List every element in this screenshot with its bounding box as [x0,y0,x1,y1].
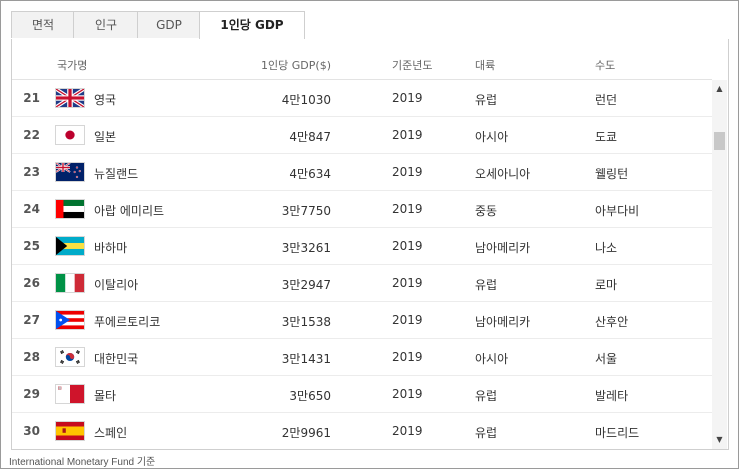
continent: 오세아니아 [475,167,531,181]
gdp-value: 3만3261 [281,241,331,255]
base-year: 2019 [392,239,423,253]
table-row: 28 대한민국 3만1431 2019 아시아 서울 [12,339,712,376]
country-name[interactable]: 몰타 [94,387,116,404]
uae-flag-icon [55,199,85,219]
table-row: 30 스페인 2만9961 2019 유럽 마드리드 [12,413,712,449]
rank: 26 [23,276,40,290]
continent: 남아메리카 [475,315,531,329]
base-year: 2019 [392,424,423,438]
base-year: 2019 [392,313,423,327]
base-year: 2019 [392,128,423,142]
table-body: 21 영국 4만1030 2019 유럽 런던 22 일본 4만847 2019… [12,80,712,449]
rank: 30 [23,424,40,438]
tab-bar: 면적 인구 GDP 1인당 GDP [11,11,727,40]
header-country: 국가명 [57,59,88,72]
table-panel: 국가명 1인당 GDP($) 기준년도 대륙 수도 21 영국 4만1030 2… [11,39,729,450]
capital: 서울 [595,352,618,366]
table-row: 29 몰타 3만650 2019 유럽 발레타 [12,376,712,413]
vertical-scrollbar[interactable]: ▲ ▼ [712,80,727,449]
capital: 도쿄 [595,130,618,144]
rank: 28 [23,350,40,364]
header-year: 기준년도 [392,59,433,72]
continent: 유럽 [475,389,498,403]
uk-flag-icon [55,88,85,108]
rank: 21 [23,91,40,105]
gdp-value: 3만650 [289,389,331,403]
table-row: 24 아랍 에미리트 3만7750 2019 중동 아부다비 [12,191,712,228]
continent: 아시아 [475,352,509,366]
puerto-rico-flag-icon [55,310,85,330]
italy-flag-icon [55,273,85,293]
base-year: 2019 [392,276,423,290]
country-name[interactable]: 아랍 에미리트 [94,202,164,219]
continent: 중동 [475,204,498,218]
country-name[interactable]: 일본 [94,128,116,145]
table-header: 국가명 1인당 GDP($) 기준년도 대륙 수도 [12,39,712,80]
country-name[interactable]: 뉴질랜드 [94,165,138,182]
rank: 23 [23,165,40,179]
gdp-value: 3만7750 [281,204,331,218]
rank: 22 [23,128,40,142]
bahamas-flag-icon [55,236,85,256]
table-row: 22 일본 4만847 2019 아시아 도쿄 [12,117,712,154]
gdp-value: 4만847 [289,130,331,144]
widget-frame: 면적 인구 GDP 1인당 GDP 국가명 1인당 GDP($) 기준년도 대륙… [0,0,739,469]
spain-flag-icon [55,421,85,441]
continent: 아시아 [475,130,509,144]
capital: 런던 [595,93,618,107]
capital: 나소 [595,241,618,255]
capital: 산후안 [595,315,629,329]
rank: 25 [23,239,40,253]
new-zealand-flag-icon [55,162,85,182]
scrollbar-thumb[interactable] [714,132,725,150]
continent: 남아메리카 [475,241,531,255]
scroll-down-arrow-icon[interactable]: ▼ [712,433,727,447]
country-name[interactable]: 영국 [94,91,116,108]
capital: 발레타 [595,389,629,403]
base-year: 2019 [392,350,423,364]
table-row: 26 이탈리아 3만2947 2019 유럽 로마 [12,265,712,302]
gdp-value: 3만1538 [281,315,331,329]
tab-area[interactable]: 면적 [11,11,75,38]
korea-flag-icon [55,347,85,367]
base-year: 2019 [392,202,423,216]
capital: 마드리드 [595,426,640,440]
continent: 유럽 [475,278,498,292]
country-name[interactable]: 이탈리아 [94,276,138,293]
table-row: 27 푸에르토리코 3만1538 2019 남아메리카 산후안 [12,302,712,339]
continent: 유럽 [475,93,498,107]
tab-population[interactable]: 인구 [73,11,139,38]
gdp-value: 4만634 [289,167,331,181]
rank: 24 [23,202,40,216]
table-row: 23 뉴질랜드 4만634 2019 오세아니아 웰링턴 [12,154,712,191]
capital: 웰링턴 [595,167,629,181]
tab-gdp-per-capita[interactable]: 1인당 GDP [199,11,305,40]
japan-flag-icon [55,125,85,145]
rank: 27 [23,313,40,327]
scroll-up-arrow-icon[interactable]: ▲ [712,82,727,96]
capital: 로마 [595,278,618,292]
malta-flag-icon [55,384,85,404]
gdp-value: 3만1431 [281,352,331,366]
rank: 29 [23,387,40,401]
table-row: 21 영국 4만1030 2019 유럽 런던 [12,80,712,117]
tab-gdp[interactable]: GDP [137,11,201,38]
gdp-value: 2만9961 [281,426,331,440]
base-year: 2019 [392,91,423,105]
capital: 아부다비 [595,204,640,218]
table-row: 25 바하마 3만3261 2019 남아메리카 나소 [12,228,712,265]
country-name[interactable]: 스페인 [94,424,127,441]
header-capital: 수도 [595,59,616,72]
header-continent: 대륙 [475,59,496,72]
gdp-value: 3만2947 [281,278,331,292]
header-gdp: 1인당 GDP($) [261,59,331,72]
country-name[interactable]: 대한민국 [94,350,138,367]
base-year: 2019 [392,387,423,401]
continent: 유럽 [475,426,498,440]
base-year: 2019 [392,165,423,179]
gdp-value: 4만1030 [281,93,331,107]
source-note: International Monetary Fund 기준 [9,457,156,468]
country-name[interactable]: 푸에르토리코 [94,313,160,330]
country-name[interactable]: 바하마 [94,239,127,256]
